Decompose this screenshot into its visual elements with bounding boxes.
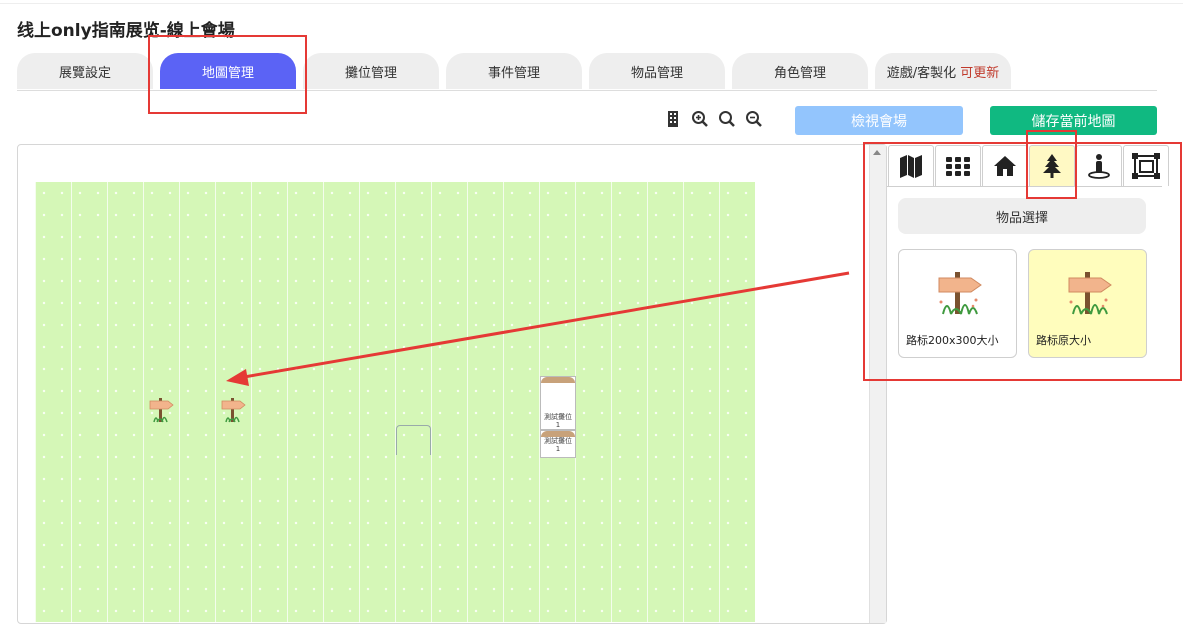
- annotation-arrow-icon: [226, 271, 850, 386]
